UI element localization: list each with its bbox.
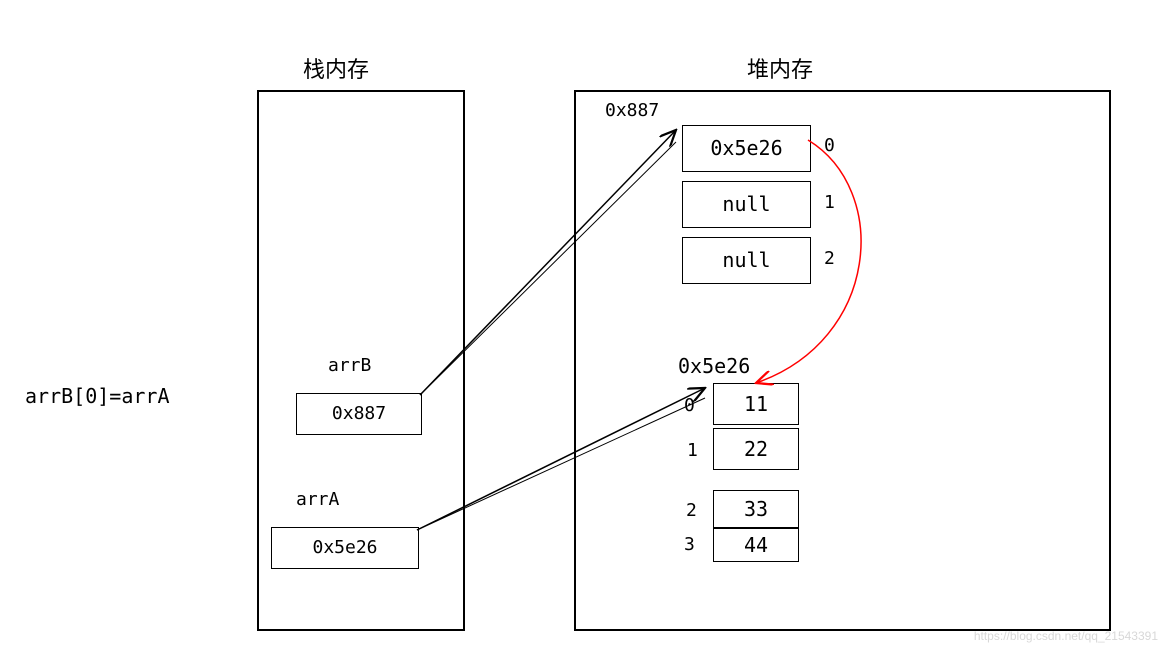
arrow-arrA-to-heap-aux bbox=[417, 398, 705, 530]
watermark: https://blog.csdn.net/qq_21543391 bbox=[974, 629, 1158, 643]
arrow-arrB-to-heap-aux bbox=[420, 142, 676, 395]
diagram-canvas: 栈内存 堆内存 arrB[0]=arrA arrB 0x887 arrA 0x5… bbox=[0, 0, 1164, 647]
arrow-arrB-to-heap bbox=[420, 130, 676, 395]
arrow-red-reference bbox=[756, 140, 861, 383]
arrow-arrA-to-heap bbox=[417, 388, 705, 530]
arrows-layer bbox=[0, 0, 1164, 647]
